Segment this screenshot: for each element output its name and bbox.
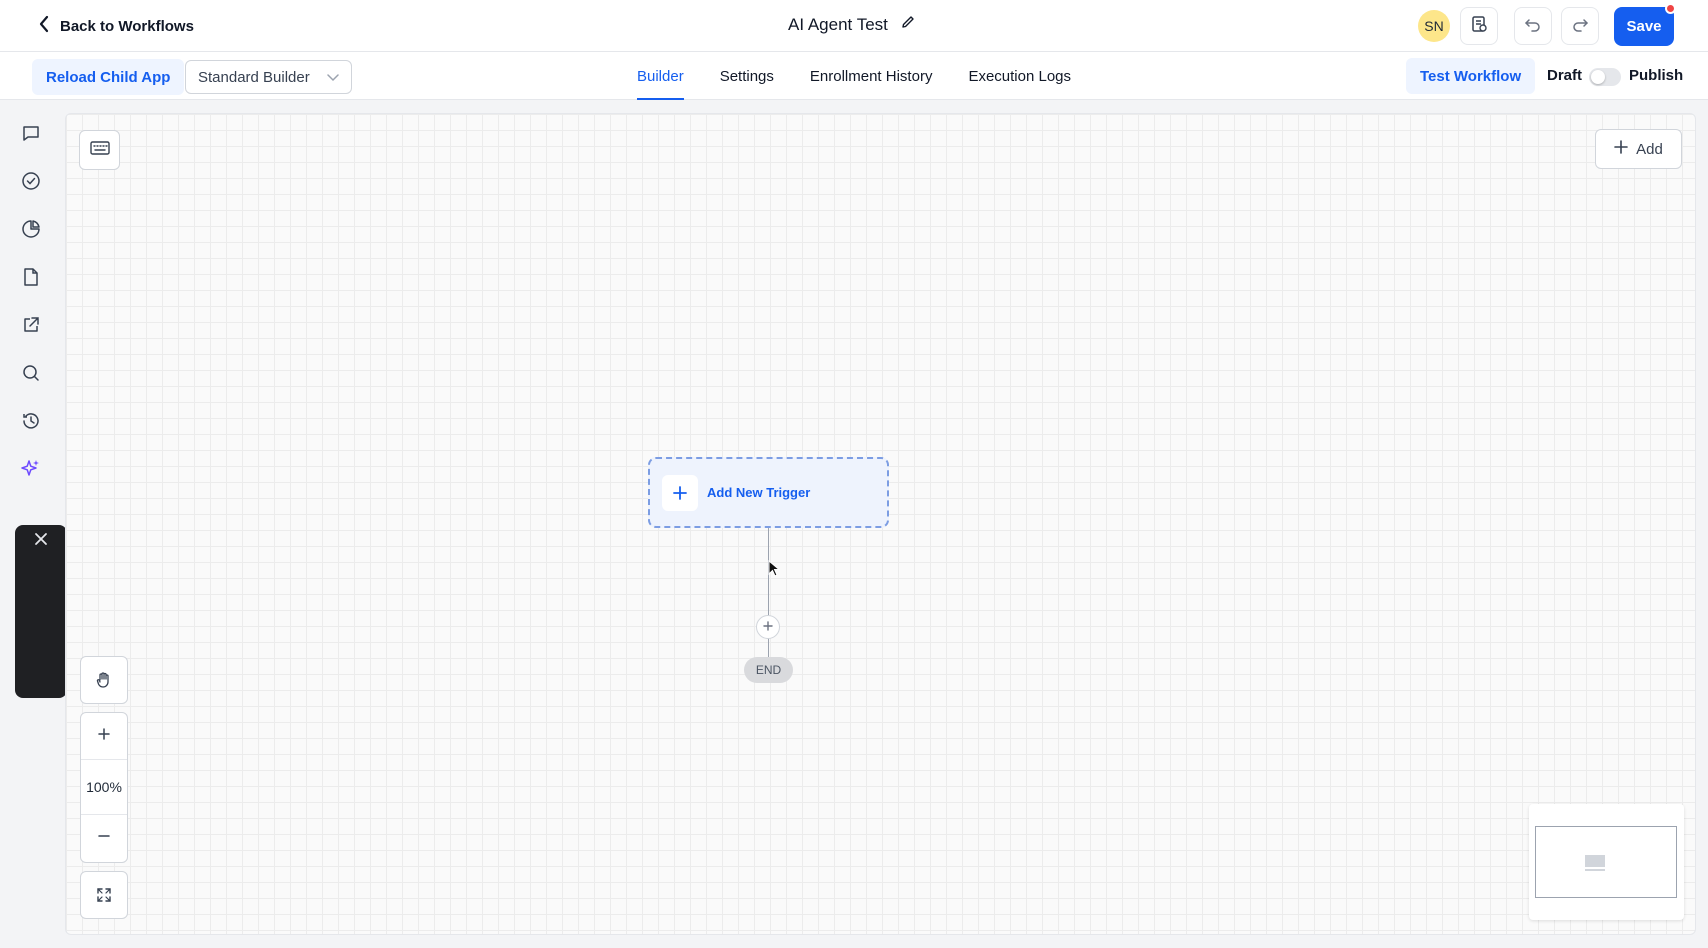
end-node: END — [744, 657, 793, 683]
plus-icon — [763, 618, 773, 636]
tab-settings[interactable]: Settings — [720, 52, 774, 100]
top-bar: Back to Workflows AI Agent Test SN Save — [0, 0, 1708, 52]
publish-toggle[interactable] — [1589, 68, 1621, 86]
workflow-title: AI Agent Test — [788, 14, 916, 35]
add-label: Add — [1636, 140, 1663, 158]
sparkles-icon[interactable] — [19, 457, 43, 481]
publish-label: Publish — [1629, 67, 1684, 84]
fit-view-button[interactable] — [80, 871, 128, 919]
expand-icon — [81, 872, 127, 918]
unsaved-indicator — [1665, 3, 1676, 14]
redo-button[interactable] — [1561, 7, 1599, 45]
minimap[interactable] — [1529, 804, 1684, 920]
test-workflow-button[interactable]: Test Workflow — [1406, 58, 1536, 94]
chevron-left-icon — [38, 15, 50, 37]
notes-button[interactable] — [1460, 7, 1498, 45]
undo-button[interactable] — [1514, 7, 1552, 45]
tab-execution-logs[interactable]: Execution Logs — [968, 52, 1071, 100]
add-new-trigger-node[interactable]: Add New Trigger — [648, 457, 889, 528]
pie-chart-icon[interactable] — [19, 217, 43, 241]
keyboard-icon — [89, 140, 110, 160]
builder-type-value: Standard Builder — [198, 68, 310, 86]
add-step-button[interactable] — [756, 615, 780, 639]
trigger-label: Add New Trigger — [707, 485, 811, 500]
save-button[interactable]: Save — [1614, 7, 1674, 46]
tab-builder[interactable]: Builder — [637, 52, 684, 100]
undo-icon — [1523, 14, 1543, 39]
zoom-level: 100% — [81, 759, 127, 815]
close-icon[interactable] — [29, 527, 53, 551]
notes-icon — [1469, 14, 1489, 39]
search-icon[interactable] — [19, 361, 43, 385]
add-button[interactable]: Add — [1595, 129, 1682, 169]
tab-enrollment-history[interactable]: Enrollment History — [810, 52, 933, 100]
file-icon[interactable] — [19, 265, 43, 289]
back-label: Back to Workflows — [60, 17, 194, 35]
mouse-cursor-icon — [768, 559, 781, 583]
avatar[interactable]: SN — [1418, 10, 1450, 42]
chevron-down-icon — [327, 69, 339, 86]
hand-icon — [81, 657, 127, 703]
reload-child-app-button[interactable]: Reload Child App — [32, 59, 185, 95]
builder-toolbar: Reload Child App Standard Builder Builde… — [0, 52, 1708, 100]
redo-icon — [1570, 14, 1590, 39]
check-circle-icon[interactable] — [19, 169, 43, 193]
minimap-viewport[interactable] — [1535, 826, 1677, 898]
minus-icon — [98, 829, 110, 847]
back-to-workflows-link[interactable]: Back to Workflows — [38, 15, 194, 37]
pencil-icon[interactable] — [900, 14, 916, 35]
zoom-in-button[interactable] — [81, 713, 127, 759]
pan-tool-button[interactable] — [80, 656, 128, 704]
chat-icon[interactable] — [19, 121, 43, 145]
tab-bar: Builder Settings Enrollment History Exec… — [637, 52, 1071, 100]
builder-type-select[interactable]: Standard Builder — [185, 60, 352, 94]
zoom-out-button[interactable] — [81, 815, 127, 861]
minimap-node — [1585, 869, 1605, 871]
plus-icon — [1614, 140, 1628, 158]
zoom-controls: 100% — [80, 712, 128, 863]
history-icon[interactable] — [19, 409, 43, 433]
plus-icon — [662, 474, 698, 511]
page-title: AI Agent Test — [788, 14, 888, 34]
keyboard-shortcuts-button[interactable] — [79, 130, 120, 170]
plus-icon — [98, 727, 110, 745]
draft-label: Draft — [1547, 67, 1583, 84]
external-link-icon[interactable] — [19, 313, 43, 337]
minimap-node — [1585, 855, 1605, 867]
